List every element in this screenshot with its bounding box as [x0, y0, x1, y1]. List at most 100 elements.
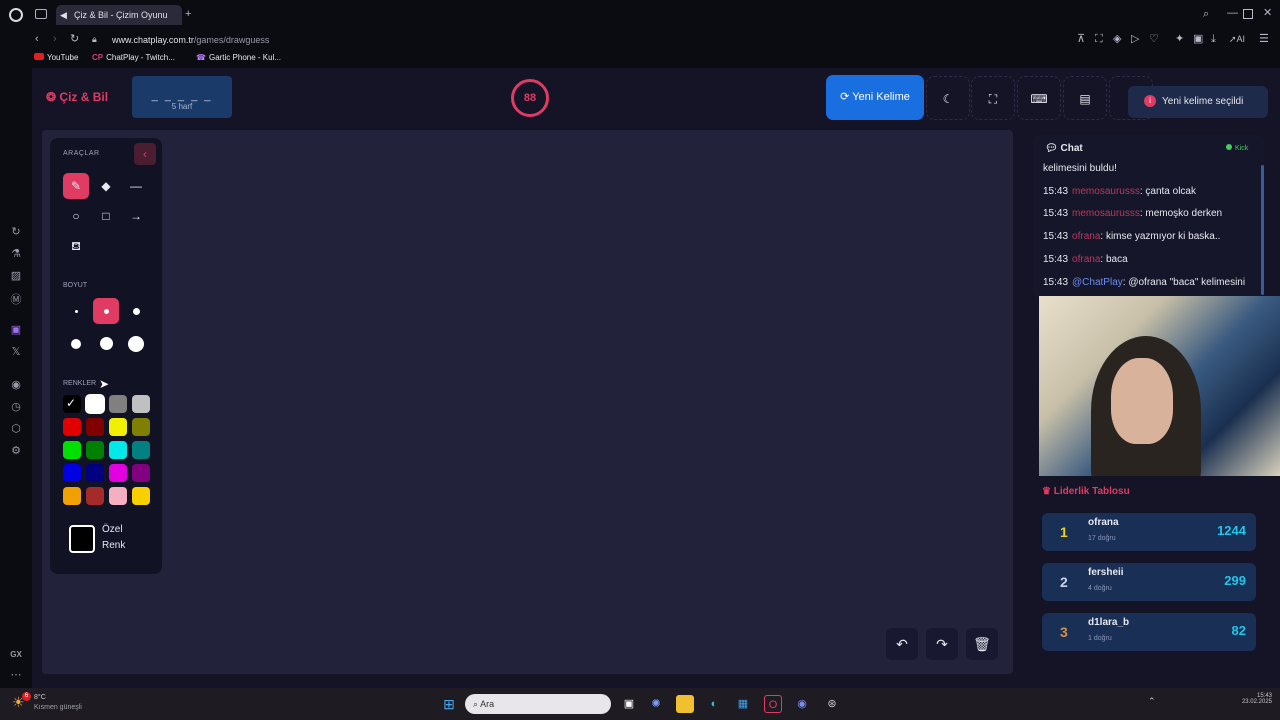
color-swatch[interactable] [109, 395, 127, 413]
copilot-icon[interactable]: ✺ [647, 695, 665, 713]
store-icon[interactable]: ▦ [734, 695, 752, 713]
pin-icon[interactable]: ⊼ [1077, 34, 1085, 45]
maximize-icon[interactable] [1243, 9, 1253, 19]
size-1[interactable] [63, 298, 89, 324]
obs-icon[interactable]: ⊛ [823, 695, 841, 713]
history-icon[interactable]: ↻ [9, 225, 23, 239]
size-6[interactable] [123, 330, 149, 356]
x-icon[interactable]: 𝕏 [9, 345, 23, 359]
drawing-canvas[interactable] [42, 130, 1013, 674]
taskbar-search[interactable]: ⌕ Ara [465, 694, 611, 714]
bookmark-chatplay[interactable]: CP ChatPlay - Twitch... [92, 53, 175, 62]
aria-ai-icon[interactable]: ➚AI [1229, 35, 1245, 44]
chat-username[interactable]: ofrana [1072, 254, 1100, 265]
extensions-icon[interactable]: ✦ [1175, 34, 1184, 45]
opera-gx-icon[interactable]: O [764, 695, 782, 713]
color-swatch[interactable] [86, 395, 104, 413]
url-field[interactable]: www.chatplay.com.tr/games/drawguess [112, 35, 269, 45]
clear-button[interactable]: 🗑︎ [966, 628, 998, 660]
start-icon[interactable]: ⊞ [440, 695, 458, 713]
new-word-button[interactable]: ⟳ Yeni Kelime [826, 75, 924, 120]
tray-clock[interactable]: 15:43 23.02.2025 [1222, 693, 1272, 705]
settings-icon[interactable]: ⚙ [9, 444, 23, 458]
box-icon[interactable]: ▣ [1193, 34, 1203, 45]
clock-icon[interactable]: ◷ [9, 400, 23, 414]
close-icon[interactable]: ✕ [1263, 8, 1272, 19]
keyboard-button[interactable]: ⌨ [1017, 76, 1061, 120]
file-explorer-icon[interactable] [676, 695, 694, 713]
search-icon[interactable]: ⌕ [1203, 9, 1209, 20]
color-swatch[interactable] [109, 487, 127, 505]
play-icon[interactable]: ▷ [1131, 34, 1139, 45]
chat-username[interactable]: memosaurusss [1072, 186, 1140, 197]
discord-icon[interactable]: ◉ [793, 695, 811, 713]
size-3[interactable] [123, 298, 149, 324]
line-tool[interactable]: — [123, 173, 149, 199]
opera-logo-icon[interactable] [9, 8, 23, 22]
system-tray[interactable]: ⌃ [1148, 696, 1156, 707]
color-swatch[interactable] [132, 395, 150, 413]
shield-icon[interactable]: ◈ [1113, 34, 1121, 45]
color-swatch[interactable] [109, 464, 127, 482]
fullscreen-button[interactable]: ⛶ [971, 76, 1015, 120]
brush-tool[interactable]: ✎ [63, 173, 89, 199]
rectangle-tool[interactable]: □ [93, 203, 119, 229]
forward-icon[interactable]: › [53, 34, 57, 45]
color-swatch[interactable] [86, 487, 104, 505]
circle-tool[interactable]: ○ [63, 203, 89, 229]
custom-color-button[interactable]: Özel Renk [63, 520, 155, 560]
bookmark-youtube[interactable]: YouTube [34, 53, 78, 62]
more-icon[interactable]: ⋯ [9, 668, 23, 682]
color-swatch[interactable] [132, 487, 150, 505]
logo[interactable]: ❂ Çiz & Bil [46, 90, 108, 104]
arrow-tool[interactable]: → [123, 203, 149, 229]
eraser-tool[interactable]: ◆ [93, 173, 119, 199]
player-icon[interactable]: ◉ [9, 378, 23, 392]
color-swatch[interactable] [86, 464, 104, 482]
color-swatch[interactable] [63, 487, 81, 505]
chat-username[interactable]: memosaurusss [1072, 208, 1140, 219]
bookmark-gartic[interactable]: ☎ Gartic Phone - Kul... [196, 53, 281, 62]
mod-icon[interactable]: Ⓜ [9, 291, 23, 306]
weather-widget[interactable]: ☀ 6 8°C Kısmen güneşli [12, 692, 102, 716]
color-swatch[interactable] [86, 418, 104, 436]
redo-button[interactable]: ↷ [926, 628, 958, 660]
archive-button[interactable]: ▤ [1063, 76, 1107, 120]
back-icon[interactable]: ‹ [35, 34, 39, 45]
color-swatch[interactable] [132, 441, 150, 459]
gx-label[interactable]: GX [9, 650, 23, 664]
color-swatch[interactable] [109, 441, 127, 459]
tab-active[interactable]: ◀ Çiz & Bil - Çizim Oyunu [56, 5, 182, 25]
color-swatch[interactable] [132, 418, 150, 436]
color-swatch[interactable] [132, 464, 150, 482]
chat-username[interactable]: @ChatPlay [1072, 277, 1123, 288]
color-swatch[interactable] [63, 441, 81, 459]
minimize-icon[interactable]: — [1227, 8, 1238, 19]
undo-button[interactable]: ↶ [886, 628, 918, 660]
snapshot-icon[interactable]: ⛶ [1095, 34, 1103, 45]
download-icon[interactable]: ⤓ [1211, 34, 1216, 45]
size-4[interactable] [63, 330, 89, 356]
twitch-icon[interactable]: ▣ [9, 323, 23, 337]
color-swatch[interactable] [63, 464, 81, 482]
menu-icon[interactable]: ☰ [1259, 34, 1269, 45]
color-swatch[interactable] [109, 418, 127, 436]
dark-mode-button[interactable]: ☾ [926, 76, 970, 120]
wallpaper-icon[interactable]: ▨ [9, 269, 23, 283]
collapse-panel-button[interactable]: ‹ [134, 143, 156, 165]
task-view-icon[interactable]: ▣ [620, 695, 638, 713]
reload-icon[interactable]: ↻ [70, 34, 79, 45]
color-swatch[interactable] [63, 418, 81, 436]
color-swatch[interactable] [86, 441, 104, 459]
fill-tool[interactable]: ⛾ [63, 233, 89, 259]
size-5[interactable] [93, 330, 119, 356]
chat-scrollbar[interactable] [1261, 165, 1264, 295]
chat-username[interactable]: ofrana [1072, 231, 1100, 242]
heart-icon[interactable]: ♡ [1149, 34, 1159, 45]
cube-icon[interactable]: ⬡ [9, 422, 23, 436]
flask-icon[interactable]: ⚗ [9, 247, 23, 261]
edge-icon[interactable]: ◐ [705, 695, 723, 713]
new-tab-icon[interactable]: + [185, 9, 191, 20]
workspaces-icon[interactable] [35, 9, 47, 19]
size-2[interactable] [93, 298, 119, 324]
